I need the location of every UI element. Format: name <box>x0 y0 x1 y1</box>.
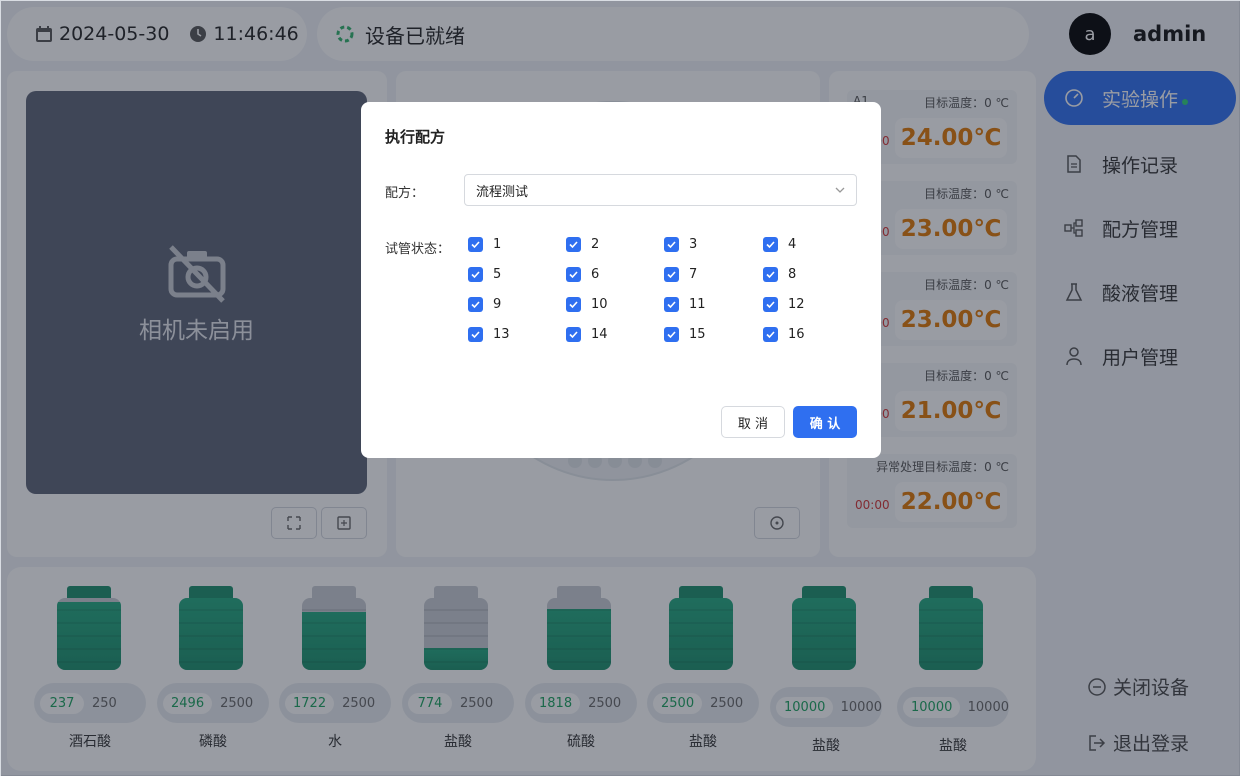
tube-number: 12 <box>788 297 805 312</box>
checkbox-checked-icon[interactable] <box>566 237 581 252</box>
checkbox-checked-icon[interactable] <box>468 267 483 282</box>
app-window: 2024-05-30 11:46:46 设备已就绪 a admin 相机未启用 <box>0 0 1240 776</box>
recipe-selected-value: 流程测试 <box>476 184 529 200</box>
checkbox-checked-icon[interactable] <box>566 297 581 312</box>
checkbox-checked-icon[interactable] <box>763 327 778 342</box>
tube-number: 11 <box>689 297 706 312</box>
chevron-down-icon <box>835 187 845 193</box>
checkbox-checked-icon[interactable] <box>763 297 778 312</box>
tube-number: 9 <box>493 297 502 312</box>
tube-number: 14 <box>591 327 608 342</box>
tube-checkbox[interactable]: 9 <box>468 297 501 312</box>
tube-number: 3 <box>689 237 698 252</box>
tube-checkbox[interactable]: 8 <box>763 267 796 282</box>
tube-checkbox[interactable]: 11 <box>664 297 706 312</box>
tube-checkbox[interactable]: 13 <box>468 327 510 342</box>
dialog-title: 执行配方 <box>385 128 446 146</box>
tube-checkbox[interactable]: 5 <box>468 267 501 282</box>
tube-number: 6 <box>591 267 600 282</box>
tube-number: 7 <box>689 267 698 282</box>
tube-number: 2 <box>591 237 600 252</box>
checkbox-checked-icon[interactable] <box>664 327 679 342</box>
recipe-label: 配方： <box>385 186 425 201</box>
checkbox-checked-icon[interactable] <box>468 237 483 252</box>
tube-number: 13 <box>493 327 510 342</box>
tube-checkbox[interactable]: 2 <box>566 237 599 252</box>
tube-status-label: 试管状态： <box>385 242 451 257</box>
tube-number: 5 <box>493 267 502 282</box>
confirm-button[interactable]: 确 认 <box>793 406 857 438</box>
tube-checkbox[interactable]: 12 <box>763 297 805 312</box>
tube-number: 15 <box>689 327 706 342</box>
checkbox-checked-icon[interactable] <box>468 327 483 342</box>
tube-checkbox[interactable]: 16 <box>763 327 805 342</box>
checkbox-checked-icon[interactable] <box>763 267 778 282</box>
tube-checkbox[interactable]: 6 <box>566 267 599 282</box>
tube-number: 10 <box>591 297 608 312</box>
tube-checkbox[interactable]: 14 <box>566 327 608 342</box>
tube-number: 1 <box>493 237 502 252</box>
cancel-button[interactable]: 取 消 <box>721 406 785 438</box>
tube-number: 4 <box>788 237 797 252</box>
recipe-select[interactable]: 流程测试 <box>464 174 857 206</box>
tube-number: 8 <box>788 267 797 282</box>
checkbox-checked-icon[interactable] <box>664 297 679 312</box>
tube-checkbox[interactable]: 7 <box>664 267 697 282</box>
checkbox-checked-icon[interactable] <box>664 267 679 282</box>
checkbox-checked-icon[interactable] <box>468 297 483 312</box>
checkbox-checked-icon[interactable] <box>566 327 581 342</box>
tube-checkbox[interactable]: 4 <box>763 237 796 252</box>
checkbox-checked-icon[interactable] <box>763 237 778 252</box>
checkbox-checked-icon[interactable] <box>566 267 581 282</box>
tube-checkbox[interactable]: 3 <box>664 237 697 252</box>
execute-recipe-dialog: 执行配方 配方： 流程测试 试管状态： 1 2 3 4 5 6 7 8 9 10 11 12 13 14 1… <box>361 102 881 458</box>
tube-checkbox[interactable]: 15 <box>664 327 706 342</box>
checkbox-checked-icon[interactable] <box>664 237 679 252</box>
tube-checkbox[interactable]: 10 <box>566 297 608 312</box>
tube-number: 16 <box>788 327 805 342</box>
tube-checkbox[interactable]: 1 <box>468 237 501 252</box>
